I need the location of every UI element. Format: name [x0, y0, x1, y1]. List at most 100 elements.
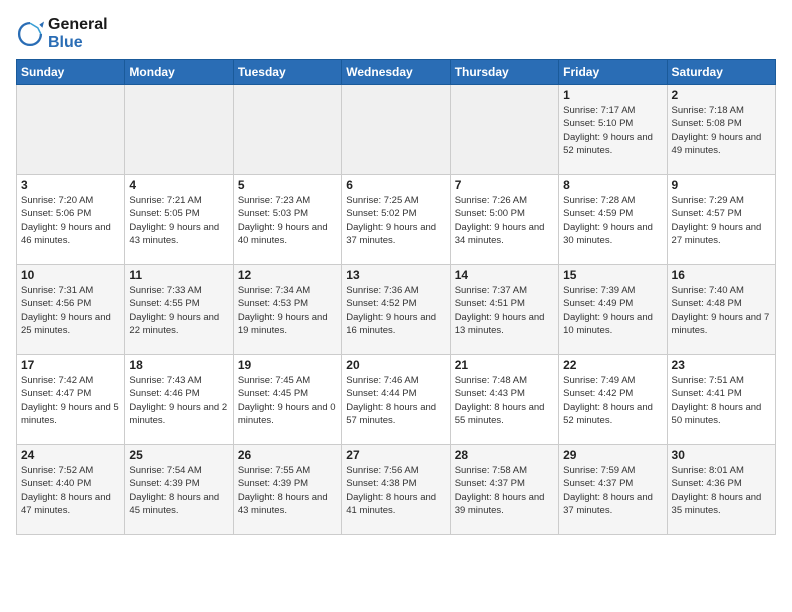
calendar-cell: 7 Sunrise: 7:26 AM Sunset: 5:00 PM Daylig… [450, 175, 558, 265]
calendar-cell: 29 Sunrise: 7:59 AM Sunset: 4:37 PM Dayli… [559, 445, 667, 535]
day-number: 12 [238, 268, 337, 282]
day-number: 1 [563, 88, 662, 102]
calendar-cell: 24 Sunrise: 7:52 AM Sunset: 4:40 PM Dayli… [17, 445, 125, 535]
day-info: Sunrise: 8:01 AM Sunset: 4:36 PM Dayligh… [672, 464, 771, 517]
logo-line1: General [48, 16, 108, 34]
page-header: General Blue [16, 16, 776, 51]
calendar-cell: 15 Sunrise: 7:39 AM Sunset: 4:49 PM Dayli… [559, 265, 667, 355]
day-info: Sunrise: 7:34 AM Sunset: 4:53 PM Dayligh… [238, 284, 337, 337]
day-number: 14 [455, 268, 554, 282]
day-number: 28 [455, 448, 554, 462]
day-info: Sunrise: 7:43 AM Sunset: 4:46 PM Dayligh… [129, 374, 228, 427]
weekday-header-sunday: Sunday [17, 60, 125, 85]
calendar-cell: 14 Sunrise: 7:37 AM Sunset: 4:51 PM Dayli… [450, 265, 558, 355]
calendar-cell: 28 Sunrise: 7:58 AM Sunset: 4:37 PM Dayli… [450, 445, 558, 535]
day-info: Sunrise: 7:18 AM Sunset: 5:08 PM Dayligh… [672, 104, 771, 157]
calendar-cell [342, 85, 450, 175]
logo: General Blue [16, 16, 108, 51]
day-info: Sunrise: 7:48 AM Sunset: 4:43 PM Dayligh… [455, 374, 554, 427]
day-info: Sunrise: 7:33 AM Sunset: 4:55 PM Dayligh… [129, 284, 228, 337]
day-info: Sunrise: 7:56 AM Sunset: 4:38 PM Dayligh… [346, 464, 445, 517]
day-number: 13 [346, 268, 445, 282]
calendar-cell: 8 Sunrise: 7:28 AM Sunset: 4:59 PM Daylig… [559, 175, 667, 265]
calendar-row-2: 10Sunrise: 7:31 AM Sunset: 4:56 PM Dayli… [17, 265, 776, 355]
weekday-header-wednesday: Wednesday [342, 60, 450, 85]
day-number: 22 [563, 358, 662, 372]
calendar-cell: 11Sunrise: 7:33 AM Sunset: 4:55 PM Dayli… [125, 265, 233, 355]
day-number: 10 [21, 268, 120, 282]
day-number: 3 [21, 178, 120, 192]
calendar-row-0: 1 Sunrise: 7:17 AM Sunset: 5:10 PM Daylig… [17, 85, 776, 175]
day-number: 25 [129, 448, 228, 462]
day-info: Sunrise: 7:28 AM Sunset: 4:59 PM Dayligh… [563, 194, 662, 247]
weekday-header-friday: Friday [559, 60, 667, 85]
day-number: 5 [238, 178, 337, 192]
day-number: 19 [238, 358, 337, 372]
day-info: Sunrise: 7:39 AM Sunset: 4:49 PM Dayligh… [563, 284, 662, 337]
day-info: Sunrise: 7:55 AM Sunset: 4:39 PM Dayligh… [238, 464, 337, 517]
logo-icon [16, 20, 44, 48]
day-number: 16 [672, 268, 771, 282]
day-number: 29 [563, 448, 662, 462]
day-info: Sunrise: 7:59 AM Sunset: 4:37 PM Dayligh… [563, 464, 662, 517]
day-info: Sunrise: 7:36 AM Sunset: 4:52 PM Dayligh… [346, 284, 445, 337]
day-info: Sunrise: 7:46 AM Sunset: 4:44 PM Dayligh… [346, 374, 445, 427]
day-number: 8 [563, 178, 662, 192]
calendar-cell: 5 Sunrise: 7:23 AM Sunset: 5:03 PM Daylig… [233, 175, 341, 265]
calendar-cell: 27Sunrise: 7:56 AM Sunset: 4:38 PM Dayli… [342, 445, 450, 535]
calendar-row-1: 3 Sunrise: 7:20 AM Sunset: 5:06 PM Daylig… [17, 175, 776, 265]
day-info: Sunrise: 7:20 AM Sunset: 5:06 PM Dayligh… [21, 194, 120, 247]
day-number: 24 [21, 448, 120, 462]
day-number: 15 [563, 268, 662, 282]
day-number: 7 [455, 178, 554, 192]
calendar-cell: 4 Sunrise: 7:21 AM Sunset: 5:05 PM Daylig… [125, 175, 233, 265]
calendar-cell [125, 85, 233, 175]
weekday-header-row: SundayMondayTuesdayWednesdayThursdayFrid… [17, 60, 776, 85]
calendar-cell: 19Sunrise: 7:45 AM Sunset: 4:45 PM Dayli… [233, 355, 341, 445]
calendar-cell: 20 Sunrise: 7:46 AM Sunset: 4:44 PM Dayli… [342, 355, 450, 445]
calendar-cell: 30 Sunrise: 8:01 AM Sunset: 4:36 PM Dayli… [667, 445, 775, 535]
logo-line2: Blue [48, 34, 108, 52]
day-number: 26 [238, 448, 337, 462]
day-info: Sunrise: 7:37 AM Sunset: 4:51 PM Dayligh… [455, 284, 554, 337]
calendar-cell: 22 Sunrise: 7:49 AM Sunset: 4:42 PM Dayli… [559, 355, 667, 445]
calendar-cell: 21 Sunrise: 7:48 AM Sunset: 4:43 PM Dayli… [450, 355, 558, 445]
day-info: Sunrise: 7:21 AM Sunset: 5:05 PM Dayligh… [129, 194, 228, 247]
weekday-header-thursday: Thursday [450, 60, 558, 85]
weekday-header-saturday: Saturday [667, 60, 775, 85]
day-info: Sunrise: 7:26 AM Sunset: 5:00 PM Dayligh… [455, 194, 554, 247]
weekday-header-monday: Monday [125, 60, 233, 85]
calendar-cell [450, 85, 558, 175]
weekday-header-tuesday: Tuesday [233, 60, 341, 85]
day-info: Sunrise: 7:58 AM Sunset: 4:37 PM Dayligh… [455, 464, 554, 517]
calendar-cell: 25 Sunrise: 7:54 AM Sunset: 4:39 PM Dayli… [125, 445, 233, 535]
day-number: 30 [672, 448, 771, 462]
calendar-cell: 9Sunrise: 7:29 AM Sunset: 4:57 PM Daylig… [667, 175, 775, 265]
day-info: Sunrise: 7:49 AM Sunset: 4:42 PM Dayligh… [563, 374, 662, 427]
day-number: 2 [672, 88, 771, 102]
calendar-cell: 10Sunrise: 7:31 AM Sunset: 4:56 PM Dayli… [17, 265, 125, 355]
day-number: 21 [455, 358, 554, 372]
calendar-cell [233, 85, 341, 175]
calendar-table: SundayMondayTuesdayWednesdayThursdayFrid… [16, 59, 776, 535]
day-number: 4 [129, 178, 228, 192]
day-info: Sunrise: 7:17 AM Sunset: 5:10 PM Dayligh… [563, 104, 662, 157]
calendar-cell: 18 Sunrise: 7:43 AM Sunset: 4:46 PM Dayli… [125, 355, 233, 445]
day-info: Sunrise: 7:25 AM Sunset: 5:02 PM Dayligh… [346, 194, 445, 247]
day-info: Sunrise: 7:42 AM Sunset: 4:47 PM Dayligh… [21, 374, 120, 427]
calendar-cell: 1 Sunrise: 7:17 AM Sunset: 5:10 PM Daylig… [559, 85, 667, 175]
calendar-row-4: 24 Sunrise: 7:52 AM Sunset: 4:40 PM Dayli… [17, 445, 776, 535]
day-info: Sunrise: 7:23 AM Sunset: 5:03 PM Dayligh… [238, 194, 337, 247]
day-number: 18 [129, 358, 228, 372]
calendar-cell: 2 Sunrise: 7:18 AM Sunset: 5:08 PM Daylig… [667, 85, 775, 175]
day-number: 20 [346, 358, 445, 372]
calendar-cell: 16Sunrise: 7:40 AM Sunset: 4:48 PM Dayli… [667, 265, 775, 355]
calendar-row-3: 17Sunrise: 7:42 AM Sunset: 4:47 PM Dayli… [17, 355, 776, 445]
calendar-cell: 6Sunrise: 7:25 AM Sunset: 5:02 PM Daylig… [342, 175, 450, 265]
calendar-cell: 17Sunrise: 7:42 AM Sunset: 4:47 PM Dayli… [17, 355, 125, 445]
calendar-cell [17, 85, 125, 175]
day-info: Sunrise: 7:54 AM Sunset: 4:39 PM Dayligh… [129, 464, 228, 517]
day-info: Sunrise: 7:29 AM Sunset: 4:57 PM Dayligh… [672, 194, 771, 247]
day-info: Sunrise: 7:52 AM Sunset: 4:40 PM Dayligh… [21, 464, 120, 517]
calendar-cell: 13 Sunrise: 7:36 AM Sunset: 4:52 PM Dayli… [342, 265, 450, 355]
